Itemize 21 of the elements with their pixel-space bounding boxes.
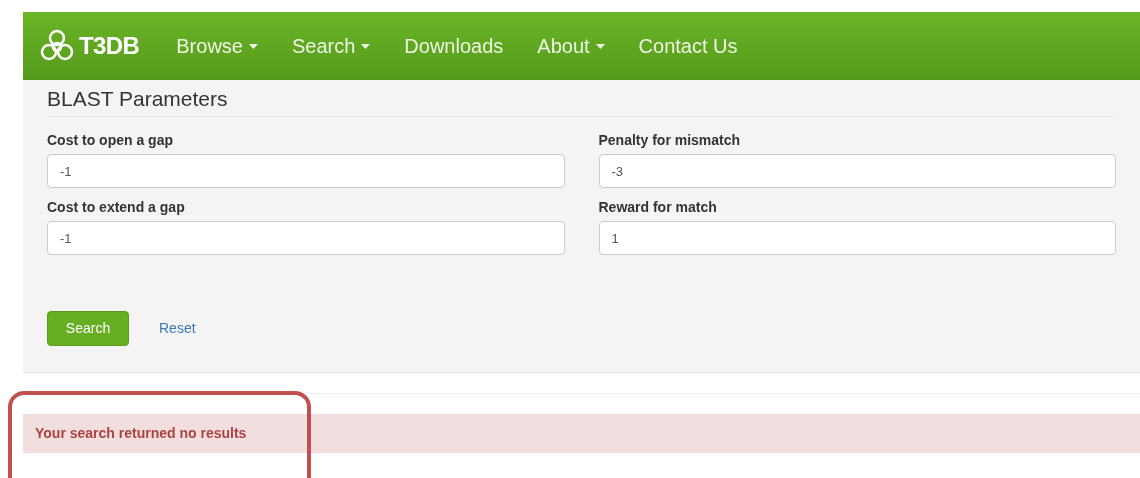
caret-icon (361, 43, 371, 49)
nav-link[interactable]: Downloads (387, 31, 521, 61)
input-field[interactable]: -3 (598, 154, 1116, 188)
caret-icon (249, 43, 258, 49)
input-field[interactable]: -1 (47, 154, 565, 188)
nav-dropdown[interactable]: Browse (159, 31, 275, 61)
input-field[interactable]: 1 (598, 221, 1116, 255)
input-field[interactable]: -1 (47, 221, 565, 255)
field-label: Cost to extend a gap (47, 198, 186, 216)
nav-link[interactable]: Contact Us (621, 31, 755, 61)
panel-title: BLAST Parameters (47, 80, 1116, 117)
brand-link[interactable]: T3DB (39, 28, 140, 64)
field-label: Cost to open a gap (47, 131, 174, 149)
caret-icon (595, 43, 605, 49)
nav-dropdown[interactable]: Search (275, 31, 388, 61)
field-label: Penalty for mismatch (598, 131, 742, 149)
field-label: Reward for match (598, 198, 718, 216)
alert-message: Your search returned no results (35, 424, 247, 443)
reset-link[interactable]: Reset (159, 318, 196, 339)
nav-dropdown[interactable]: About (520, 31, 622, 61)
search-button[interactable]: Search (47, 311, 129, 346)
